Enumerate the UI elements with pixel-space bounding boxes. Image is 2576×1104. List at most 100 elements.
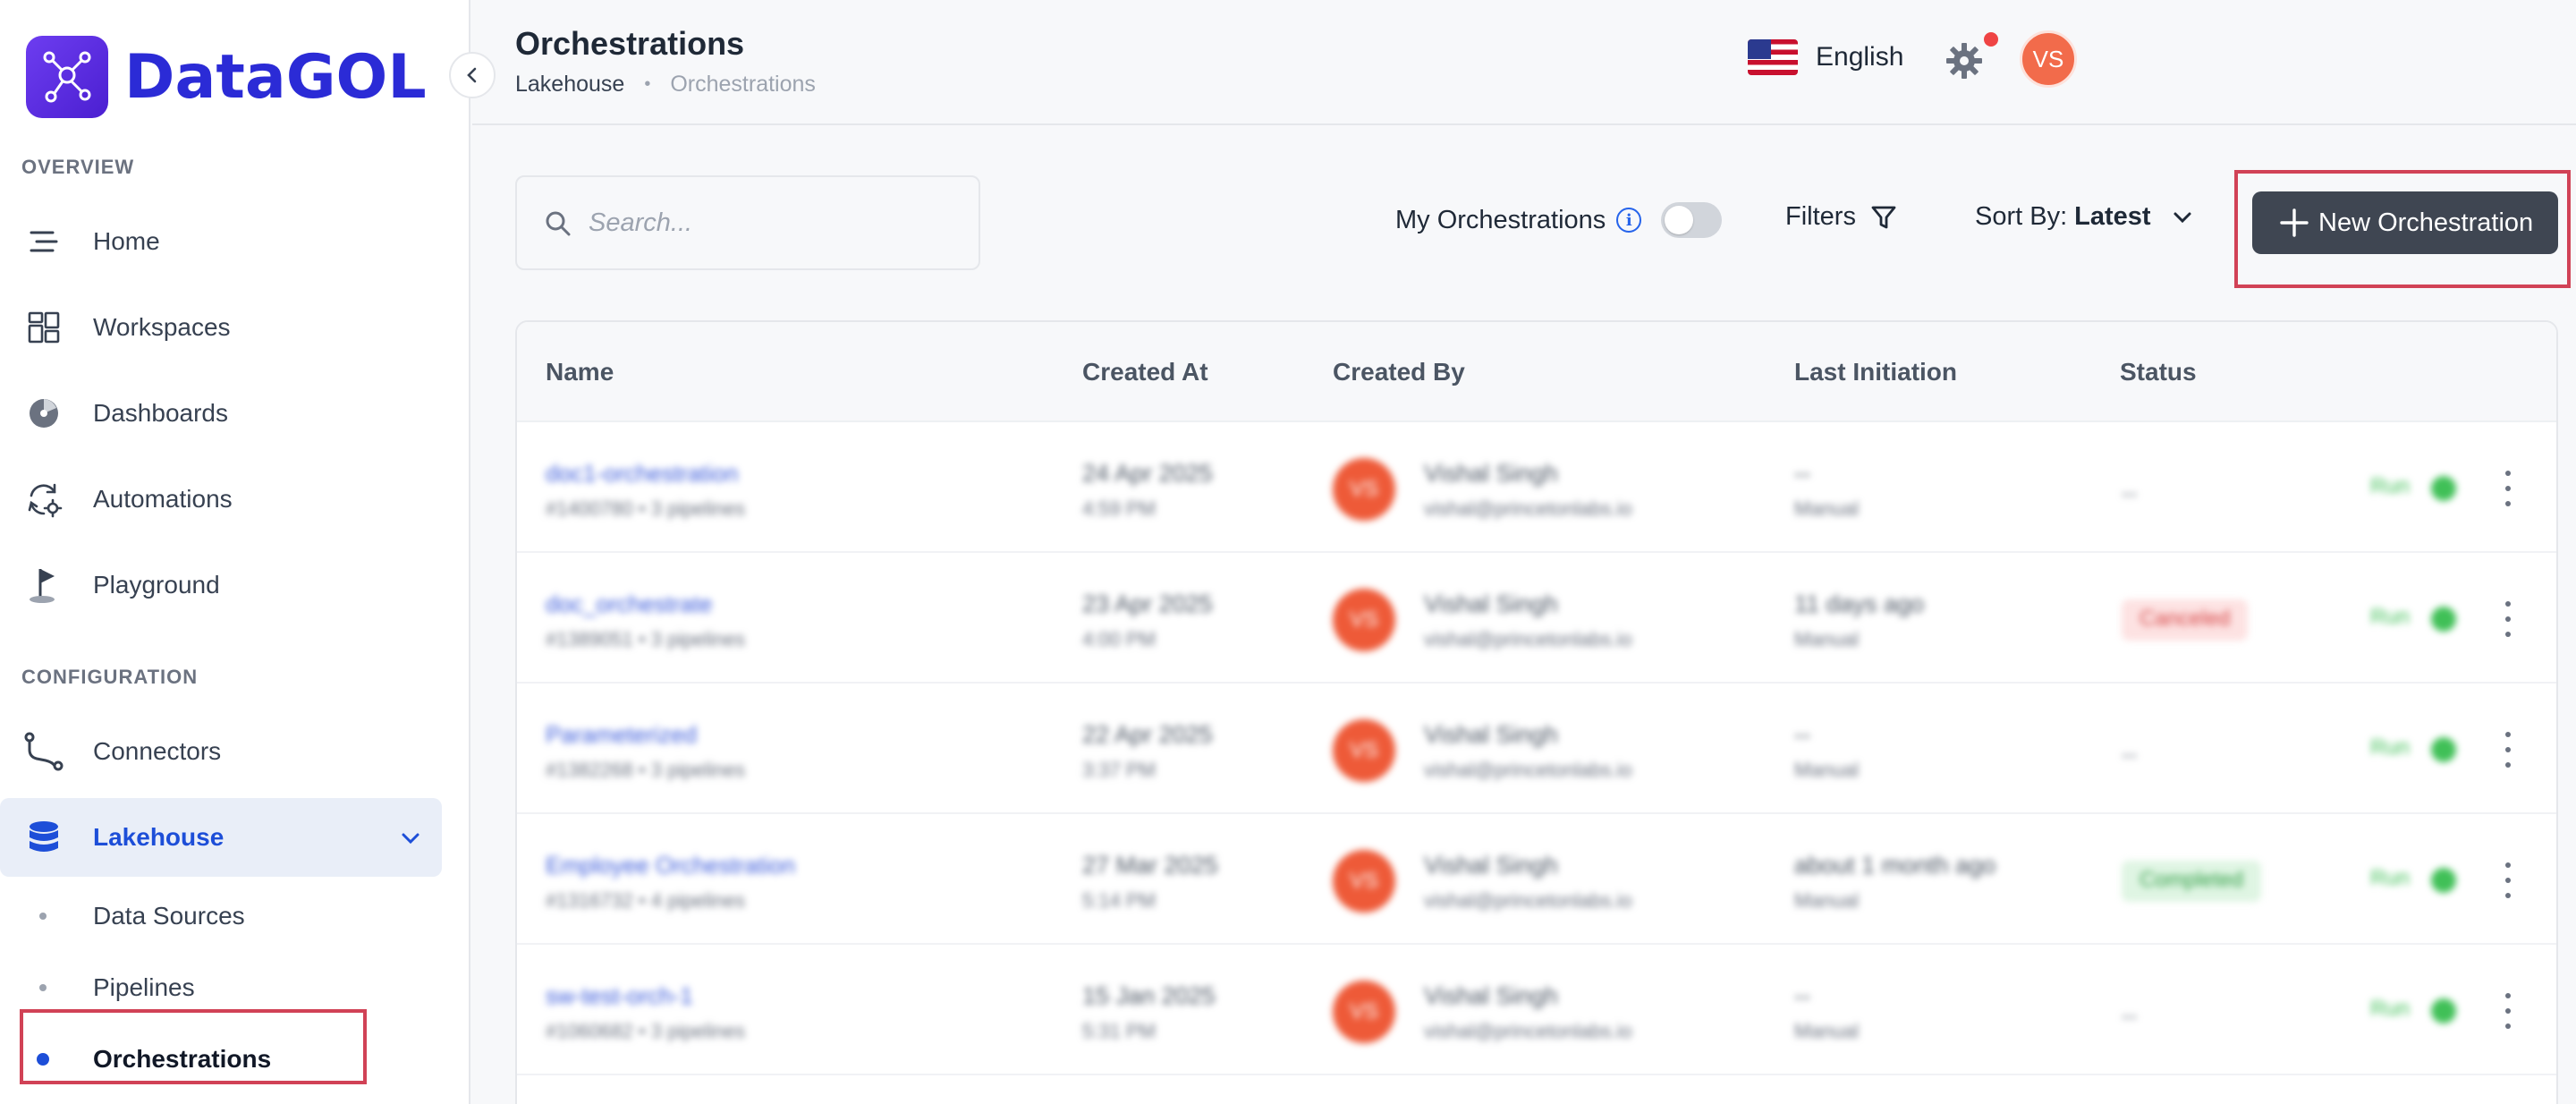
sidebar-item-workspaces[interactable]: Workspaces [0, 288, 442, 367]
trigger-type: Manual [1794, 759, 1860, 781]
sidebar-subitem-data-sources[interactable]: Data Sources [0, 885, 442, 947]
column-header-last-initiation[interactable]: Last Initiation [1794, 358, 1957, 386]
creator-avatar: VS [1333, 719, 1395, 782]
run-button[interactable]: Run [2370, 866, 2410, 891]
search-icon [544, 209, 572, 242]
last-initiation: about 1 month ago [1794, 852, 1996, 879]
created-time: 4:00 PM [1082, 628, 1156, 650]
created-date: 22 Apr 2025 [1082, 721, 1213, 748]
sidebar-subitem-pipelines[interactable]: Pipelines [0, 956, 442, 1019]
orchestration-name[interactable]: Employee Orchestration [546, 852, 795, 879]
created-time: 5:31 PM [1082, 1020, 1156, 1042]
table-row[interactable]: doc_orchestrate #1389051 • 3 pipelines 2… [517, 553, 2556, 684]
created-date: 27 Mar 2025 [1082, 852, 1218, 879]
filters-button[interactable]: Filters [1785, 202, 1897, 232]
info-icon[interactable]: i [1616, 208, 1642, 233]
user-avatar[interactable]: VS [2020, 30, 2077, 88]
sidebar-item-automations[interactable]: Automations [0, 460, 442, 539]
sidebar-item-label: Playground [93, 571, 220, 599]
orchestrations-table: Name Created At Created By Last Initiati… [515, 320, 2558, 1104]
table-row[interactable]: doc1-orchestration #1400780 • 3 pipeline… [517, 422, 2556, 553]
more-options-icon[interactable] [2503, 601, 2513, 637]
sidebar-subitem-label: Orchestrations [93, 1045, 272, 1073]
sidebar-item-lakehouse[interactable]: Lakehouse [0, 798, 442, 877]
new-orchestration-button[interactable]: New Orchestration [2252, 191, 2558, 254]
orchestration-name[interactable]: doc_orchestrate [546, 590, 712, 618]
orchestration-meta: #1060682 • 3 pipelines [546, 1020, 745, 1042]
orchestration-name[interactable]: sw-test-orch-1 [546, 982, 693, 1010]
play-icon[interactable] [2431, 998, 2456, 1023]
orchestration-meta: #1389051 • 3 pipelines [546, 628, 745, 650]
play-icon[interactable] [2431, 476, 2456, 501]
sidebar-item-label: Home [93, 227, 160, 255]
last-initiation: 11 days ago [1794, 590, 1925, 617]
play-icon[interactable] [2431, 737, 2456, 762]
breadcrumb-item: Orchestrations [670, 72, 816, 97]
table-row[interactable]: Parameterized #1382268 • 3 pipelines 22 … [517, 684, 2556, 814]
created-date: 23 Apr 2025 [1082, 590, 1213, 617]
breadcrumb: Lakehouse • Orchestrations [515, 72, 816, 98]
brand-name: DataGOL [124, 41, 427, 113]
more-options-icon[interactable] [2503, 862, 2513, 898]
creator-name: Vishal Singh [1424, 982, 1558, 1009]
sidebar-item-label: Connectors [93, 737, 222, 765]
table-row[interactable]: sw-test-orch-1 #1060682 • 3 pipelines 15… [517, 945, 2556, 1075]
language-label: English [1816, 42, 1904, 72]
more-options-icon[interactable] [2503, 993, 2513, 1029]
run-button[interactable]: Run [2370, 735, 2410, 760]
sidebar-item-label: Dashboards [93, 399, 228, 427]
creator-email: vishal@princetonlabs.io [1424, 759, 1632, 781]
created-date: 15 Jan 2025 [1082, 982, 1216, 1009]
column-header-created-by[interactable]: Created By [1333, 358, 1465, 386]
status-badge: Completed [2122, 861, 2262, 902]
table-row[interactable]: Employee Orchestration #1316732 • 4 pipe… [517, 814, 2556, 945]
sidebar-item-label: Automations [93, 485, 233, 513]
bullet-icon [39, 984, 47, 991]
created-time: 3:37 PM [1082, 759, 1156, 781]
trigger-type: Manual [1794, 628, 1860, 650]
play-icon[interactable] [2431, 868, 2456, 893]
column-header-created-at[interactable]: Created At [1082, 358, 1208, 386]
last-initiation: -- [1794, 721, 1810, 748]
gear-icon[interactable] [1945, 41, 1984, 81]
run-button[interactable]: Run [2370, 605, 2410, 630]
playground-icon [23, 565, 64, 606]
last-initiation: -- [1794, 982, 1810, 1009]
search-input[interactable] [589, 200, 946, 245]
new-orchestration-label: New Orchestration [2318, 208, 2534, 237]
sidebar-item-dashboards[interactable]: Dashboards [0, 374, 442, 453]
sidebar-subitem-orchestrations[interactable]: Orchestrations [0, 1028, 442, 1091]
language-selector[interactable]: English [1748, 39, 1903, 75]
column-header-status[interactable]: Status [2120, 358, 2197, 386]
sort-label: Sort By: [1975, 202, 2068, 231]
sort-dropdown[interactable]: Sort By: Latest [1975, 202, 2194, 232]
bullet-icon [39, 913, 47, 920]
chevron-down-icon[interactable] [399, 827, 422, 854]
column-header-name[interactable]: Name [546, 358, 614, 386]
connectors-icon [23, 731, 64, 772]
my-orchestrations-toggle[interactable] [1661, 202, 1723, 238]
toggle-knob [1665, 206, 1694, 234]
play-icon[interactable] [2431, 607, 2456, 632]
collapse-sidebar-button[interactable] [449, 52, 496, 98]
orchestration-name[interactable]: doc1-orchestration [546, 460, 738, 488]
chevron-down-icon [2174, 212, 2191, 223]
sidebar-item-home[interactable]: Home [0, 202, 442, 281]
trigger-type: Manual [1794, 1020, 1860, 1042]
us-flag-icon [1748, 39, 1798, 75]
home-icon [23, 221, 64, 262]
run-button[interactable]: Run [2370, 474, 2410, 499]
brand-logo[interactable]: DataGOL [26, 36, 427, 118]
breadcrumb-item[interactable]: Lakehouse [515, 72, 624, 98]
sidebar-item-connectors[interactable]: Connectors [0, 712, 442, 791]
search-box[interactable] [515, 175, 980, 270]
more-options-icon[interactable] [2503, 471, 2513, 506]
run-button[interactable]: Run [2370, 997, 2410, 1022]
sidebar-item-playground[interactable]: Playground [0, 546, 442, 624]
bullet-icon [37, 1053, 49, 1066]
orchestration-name[interactable]: Parameterized [546, 721, 697, 749]
dashboards-icon [23, 393, 64, 434]
creator-name: Vishal Singh [1424, 590, 1558, 617]
more-options-icon[interactable] [2503, 732, 2513, 768]
status-text: -- [2122, 480, 2138, 506]
